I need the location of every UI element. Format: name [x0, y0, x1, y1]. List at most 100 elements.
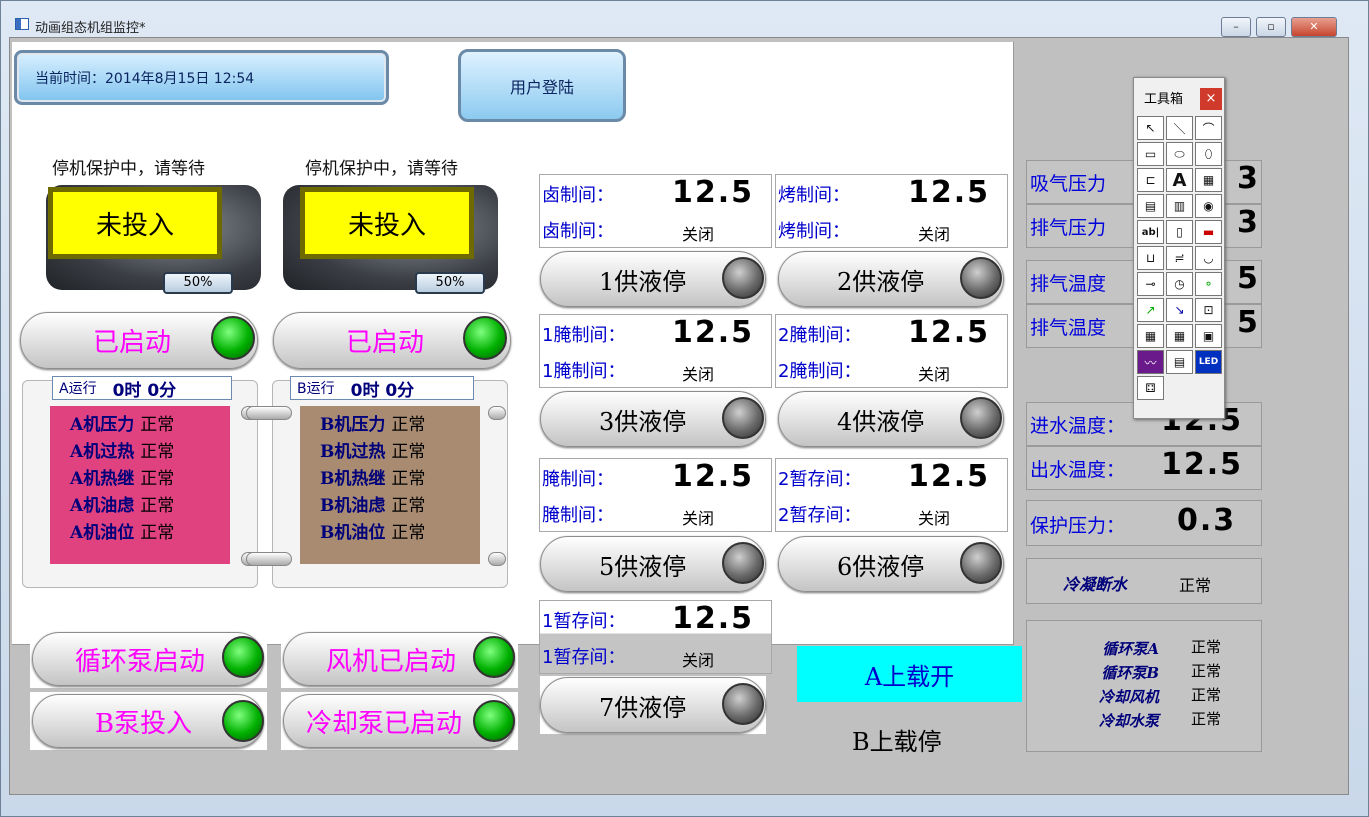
input-tool-icon[interactable]: ▯	[1166, 220, 1193, 244]
stack-tool-icon[interactable]: ▣	[1195, 324, 1222, 348]
unit-a-start-label: 已启动	[93, 328, 172, 358]
room-label-2: 1暂存间：	[542, 647, 626, 668]
ole-tool-icon[interactable]: ◉	[1195, 194, 1222, 218]
unit-b-start-lamp	[463, 316, 507, 360]
outlet-temp-value: 12.5	[1161, 447, 1244, 482]
supply-3-lamp	[722, 397, 764, 439]
list-item: A机油位 正常	[70, 520, 230, 547]
pump-label: 循环泵B	[1101, 664, 1159, 682]
unit-b-alarm-list: B机压力 正常 B机过热 正常 B机热继 正常 B机油虑 正常 B机油位 正常	[300, 406, 480, 564]
condenser-water-value: 正常	[1179, 576, 1212, 595]
room-state: 关闭	[682, 365, 715, 384]
room-state: 关闭	[918, 365, 951, 384]
room-state: 关闭	[918, 225, 951, 244]
rounded-rect-tool-icon[interactable]: ⬭	[1166, 142, 1193, 166]
title-bar[interactable]: 动画组态机组监控* – ▫ ✕	[1, 1, 1368, 37]
room-label: 腌制间：	[542, 469, 614, 490]
select-tool-icon[interactable]: ↖	[1137, 116, 1164, 140]
load-b-indicator[interactable]: B上载停	[852, 722, 942, 757]
unit-a-start-lamp	[211, 316, 255, 360]
current-time-display: 当前时间：2014年8月15日 12:54	[14, 50, 389, 105]
pump-status-values: 正常 正常 正常 正常	[1191, 635, 1221, 731]
slider-tool-icon[interactable]: ⊸	[1137, 272, 1164, 296]
item-value: 正常	[391, 523, 426, 543]
login-button[interactable]: 用户登陆	[458, 49, 626, 122]
room-value: 12.5	[672, 459, 755, 494]
pump-label: 循环泵A	[1102, 640, 1159, 658]
room-state: 关闭	[682, 509, 715, 528]
discharge-temp-1-label: 排气温度	[1030, 273, 1107, 295]
wave-tool-icon[interactable]: 〰	[1137, 350, 1164, 374]
gauge-tool-icon[interactable]: ◷	[1166, 272, 1193, 296]
rectangle-tool-icon[interactable]: ▭	[1137, 142, 1164, 166]
discharge-temp-2-label: 排气温度	[1030, 317, 1107, 339]
suction-label: 吸气压力	[1030, 173, 1107, 195]
discharge-value: 3	[1237, 205, 1260, 240]
item-key: A机压力	[70, 415, 135, 435]
close-button[interactable]: ✕	[1291, 17, 1337, 37]
history-trend-tool-icon[interactable]: ↘	[1166, 298, 1193, 322]
frame-tool-icon[interactable]: ⚃	[1137, 376, 1164, 400]
report-tool-icon[interactable]: ▤	[1166, 350, 1193, 374]
led-tool-icon[interactable]: LED	[1195, 350, 1222, 374]
alarm-tool-icon[interactable]: ⊡	[1195, 298, 1222, 322]
room-cell-7: 1暂存间： 12.5 1暂存间： 关闭	[539, 600, 772, 674]
protect-pressure-box: 保护压力： 0.3	[1026, 500, 1262, 546]
list-item: A机油虑 正常	[70, 493, 230, 520]
pump-label: 冷却水泵	[1098, 712, 1159, 730]
supply-1-lamp	[722, 257, 764, 299]
arc-tool-icon[interactable]: ⌒	[1195, 116, 1222, 140]
library-tool-icon[interactable]: ▥	[1166, 194, 1193, 218]
pump-value: 正常	[1191, 638, 1222, 656]
list-item: A机压力 正常	[70, 412, 230, 439]
room-state: 关闭	[682, 225, 715, 244]
item-value: 正常	[140, 415, 175, 435]
pump-value: 正常	[1191, 662, 1222, 680]
line-tool-icon[interactable]: ＼	[1166, 116, 1193, 140]
toolbox-close-icon[interactable]: ×	[1200, 88, 1222, 110]
symbol-tool-icon[interactable]: ▤	[1137, 194, 1164, 218]
list-item: B机油位 正常	[320, 520, 480, 547]
list-item: B机压力 正常	[320, 412, 480, 439]
arc2-tool-icon[interactable]: ◡	[1195, 246, 1222, 270]
item-value: 正常	[140, 469, 175, 489]
minimize-button[interactable]: –	[1221, 17, 1251, 37]
polygon-tool-icon[interactable]: ⊏	[1137, 168, 1164, 192]
maximize-button[interactable]: ▫	[1256, 17, 1286, 37]
toolbox-palette[interactable]: 工具箱 × ↖ ＼ ⌒ ▭ ⬭ ⬯ ⊏ A ▦ ▤ ▥ ◉ ab| ▯ ▬ ⊔ …	[1133, 77, 1225, 419]
grid-tool-icon[interactable]: ▦	[1166, 324, 1193, 348]
pump-value: 正常	[1191, 686, 1222, 704]
circulation-pump-lamp	[222, 636, 264, 678]
light-tool-icon[interactable]: ⚬	[1195, 272, 1222, 296]
trend-tool-icon[interactable]: ↗	[1137, 298, 1164, 322]
image-tool-icon[interactable]: ▦	[1195, 168, 1222, 192]
list-item: B机热继 正常	[320, 466, 480, 493]
supply-7-lamp	[722, 683, 764, 725]
flow-tool-icon[interactable]: ≓	[1166, 246, 1193, 270]
window-title: 动画组态机组监控*	[35, 21, 146, 36]
load-a-indicator[interactable]: A上载开	[797, 646, 1022, 702]
protect-pressure-label: 保护压力：	[1030, 515, 1126, 537]
unit-b-run-header: B运行 0时 0分	[290, 376, 474, 401]
discharge-temp-1-value: 5	[1237, 261, 1260, 296]
table-tool-icon[interactable]: ▦	[1137, 324, 1164, 348]
scroll-roller-bottom-b	[246, 552, 292, 566]
scroll-roller-top-b	[246, 406, 292, 420]
bar-tool-icon[interactable]: ▬	[1195, 220, 1222, 244]
room-label-2: 2暂存间：	[778, 505, 862, 526]
room-value: 12.5	[672, 601, 755, 636]
pipe-tool-icon[interactable]: ⊔	[1137, 246, 1164, 270]
item-key: A机油位	[70, 523, 135, 543]
room-state: 关闭	[918, 509, 951, 528]
unit-a-run-time: 0时 0分	[112, 380, 177, 401]
text-tool-icon[interactable]: A	[1166, 168, 1193, 192]
scroll-roller-bottom-b-right	[488, 552, 506, 566]
supply-2-lamp	[960, 257, 1002, 299]
label-tool-icon[interactable]: ab|	[1137, 220, 1164, 244]
room-value: 12.5	[908, 459, 991, 494]
pump-status-box: 循环泵A 循环泵B 冷却风机 冷却水泵 正常 正常 正常 正常	[1026, 620, 1262, 752]
room-cell-6: 2暂存间： 12.5 2暂存间： 关闭	[775, 458, 1008, 532]
room-label: 1腌制间：	[542, 325, 626, 346]
supply-3-label: 3供液停	[599, 407, 687, 436]
ellipse-tool-icon[interactable]: ⬯	[1195, 142, 1222, 166]
